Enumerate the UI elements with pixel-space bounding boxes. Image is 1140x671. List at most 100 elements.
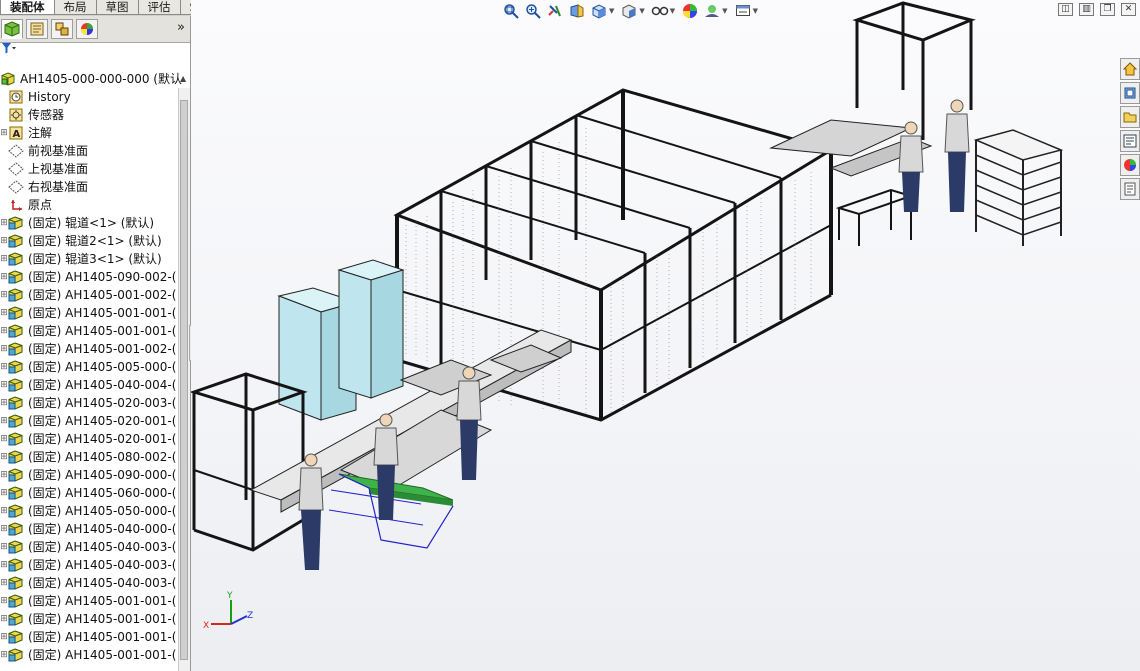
root-label: AH1405-000-000-000 (默认 [20, 72, 182, 86]
expand-icon[interactable]: ⊞ [0, 574, 8, 592]
command-tab[interactable]: 装配体 [0, 0, 55, 15]
tree-item[interactable]: ⊞ (固定) 辊道3<1> (默认) [0, 250, 178, 268]
expand-icon[interactable]: ⊞ [0, 520, 8, 538]
tree-item[interactable]: ⊞ (固定) AH1405-001-002-( [0, 340, 178, 358]
expand-icon[interactable]: ⊞ [0, 646, 8, 664]
filter-bar [0, 43, 190, 57]
tree-item-label: 右视基准面 [28, 180, 89, 194]
expand-icon[interactable]: ⊞ [0, 250, 8, 268]
tree-item[interactable]: 上视基准面 [0, 160, 178, 178]
tree-item-label: (固定) AH1405-040-004-( [28, 378, 177, 392]
tree-item-label: (固定) AH1405-060-000-( [28, 486, 177, 500]
tree-item-label: (固定) AH1405-005-000-( [28, 360, 177, 374]
expand-icon[interactable]: ⊞ [0, 610, 8, 628]
expand-icon[interactable]: ⊞ [0, 286, 8, 304]
tree-item[interactable]: ⊞ (固定) AH1405-060-000-( [0, 484, 178, 502]
tree-item[interactable]: ⊞ (固定) AH1405-040-003-( [0, 574, 178, 592]
tree-item[interactable]: ⊞ (固定) AH1405-001-001-( [0, 304, 178, 322]
triad-x-label: X [203, 621, 209, 631]
expand-icon[interactable]: ⊞ [0, 322, 8, 340]
feature-manager-panel: » AH1405-000-000-000 (默认 ▲ History 传感器 ⊞ A 注… [0, 16, 191, 671]
expand-icon[interactable]: ⊞ [0, 538, 8, 556]
expand-icon[interactable]: ⊞ [0, 358, 8, 376]
expand-icon[interactable]: ⊞ [0, 628, 8, 646]
tree-item[interactable]: ⊞ (固定) 辊道2<1> (默认) [0, 232, 178, 250]
expand-icon[interactable]: ⊞ [0, 304, 8, 322]
plane-icon [8, 162, 24, 176]
part-icon [8, 324, 24, 338]
tree-item[interactable]: ⊞ (固定) AH1405-050-000-( [0, 502, 178, 520]
tree-item[interactable]: ⊞ (固定) AH1405-040-003-( [0, 556, 178, 574]
tree-item[interactable]: ⊞ (固定) AH1405-001-001-( [0, 628, 178, 646]
history-icon [8, 90, 24, 104]
assembly-model[interactable]: Y X Z [191, 0, 1140, 671]
tree-item[interactable]: History [0, 88, 178, 106]
display-manager-icon[interactable] [76, 19, 98, 39]
part-icon [8, 396, 24, 410]
feature-manager-icon[interactable] [1, 19, 23, 39]
tree-item[interactable]: ⊞ (固定) AH1405-040-004-( [0, 376, 178, 394]
tree-item[interactable]: ⊞ (固定) AH1405-020-001-( [0, 430, 178, 448]
tree-item-label: 注解 [28, 126, 53, 140]
tree-item[interactable]: ⊞ (固定) AH1405-040-000-( [0, 520, 178, 538]
tree-item[interactable]: 前视基准面 [0, 142, 178, 160]
expand-icon[interactable]: ⊞ [0, 376, 8, 394]
expand-icon[interactable]: ⊞ [0, 430, 8, 448]
scroll-up-icon[interactable]: ▲ [180, 70, 186, 88]
tree-item[interactable]: ⊞ (固定) AH1405-090-000-( [0, 466, 178, 484]
panel-expand-icon[interactable]: » [177, 20, 185, 35]
tree-root[interactable]: AH1405-000-000-000 (默认 ▲ [0, 70, 190, 88]
part-icon [8, 630, 24, 644]
tree-item[interactable]: ⊞ A 注解 [0, 124, 178, 142]
tree-item-label: (固定) AH1405-040-000-( [28, 522, 177, 536]
tree-item-label: (固定) 辊道3<1> (默认) [28, 252, 162, 266]
tree-item-label: (固定) 辊道<1> (默认) [28, 216, 155, 230]
tree-scrollbar[interactable] [178, 88, 190, 671]
part-icon [8, 522, 24, 536]
tree-item[interactable]: 传感器 [0, 106, 178, 124]
tree-item[interactable]: ⊞ (固定) AH1405-005-000-( [0, 358, 178, 376]
tree-item-label: (固定) AH1405-001-002-( [28, 342, 177, 356]
tree-item[interactable]: ⊞ (固定) AH1405-040-003-( [0, 538, 178, 556]
expand-icon[interactable]: ⊞ [0, 268, 8, 286]
expand-icon[interactable]: ⊞ [0, 412, 8, 430]
scrollbar-thumb[interactable] [180, 100, 188, 660]
tree-item[interactable]: ⊞ (固定) AH1405-001-001-( [0, 322, 178, 340]
tree-item-label: 原点 [28, 198, 53, 212]
expand-icon[interactable]: ⊞ [0, 448, 8, 466]
expand-icon[interactable]: ⊞ [0, 484, 8, 502]
tree-item[interactable]: 右视基准面 [0, 178, 178, 196]
tree-item[interactable]: ⊞ (固定) AH1405-020-003-( [0, 394, 178, 412]
tree-item[interactable]: ⊞ (固定) AH1405-001-001-( [0, 646, 178, 664]
expand-icon[interactable]: ⊞ [0, 232, 8, 250]
filter-icon[interactable] [2, 43, 16, 57]
tree-item-label: 传感器 [28, 108, 65, 122]
tree-item[interactable]: ⊞ (固定) AH1405-001-001-( [0, 610, 178, 628]
graphics-viewport[interactable]: ▼ ▼ ▼ ▼ ▼ ◫ ▥ ❐ ✕ Y X Z [191, 0, 1140, 671]
expand-icon[interactable]: ⊞ [0, 592, 8, 610]
operator-figure [298, 453, 324, 570]
tree-item[interactable]: ⊞ (固定) AH1405-080-002-( [0, 448, 178, 466]
expand-icon[interactable]: ⊞ [0, 394, 8, 412]
expand-icon[interactable]: ⊞ [0, 214, 8, 232]
tree-item[interactable]: ⊞ (固定) AH1405-090-002-( [0, 268, 178, 286]
expand-icon[interactable]: ⊞ [0, 466, 8, 484]
command-tab[interactable]: 布局 [53, 0, 97, 15]
tree-item-label: (固定) AH1405-080-002-( [28, 450, 177, 464]
expand-icon[interactable]: ⊞ [0, 340, 8, 358]
expand-icon[interactable]: ⊞ [0, 124, 8, 142]
part-icon [8, 234, 24, 248]
expand-icon[interactable]: ⊞ [0, 556, 8, 574]
tree-item[interactable]: ⊞ (固定) AH1405-020-001-( [0, 412, 178, 430]
configuration-manager-icon[interactable] [51, 19, 73, 39]
tree-item[interactable]: ⊞ (固定) AH1405-001-001-( [0, 592, 178, 610]
tree-item[interactable]: ⊞ (固定) AH1405-001-002-( [0, 286, 178, 304]
command-tab[interactable]: 草图 [95, 0, 139, 15]
part-icon [8, 414, 24, 428]
property-manager-icon[interactable] [26, 19, 48, 39]
tree-item[interactable]: 原点 [0, 196, 178, 214]
expand-icon[interactable]: ⊞ [0, 502, 8, 520]
command-tab[interactable]: 评估 [137, 0, 181, 15]
tree-item[interactable]: ⊞ (固定) 辊道<1> (默认) [0, 214, 178, 232]
operator-figure [944, 99, 970, 212]
